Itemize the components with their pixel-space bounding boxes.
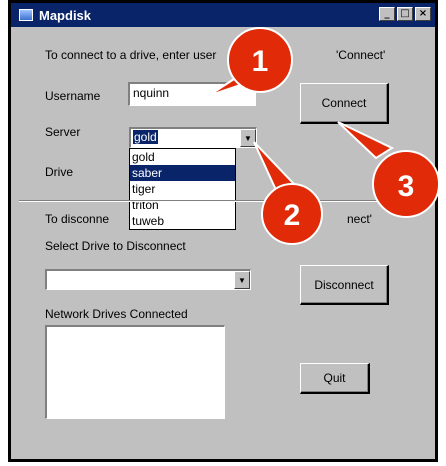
callout-2-number: 2: [284, 199, 301, 232]
callout-3-number: 3: [398, 170, 415, 203]
chevron-down-icon[interactable]: ▼: [234, 271, 250, 289]
server-dropdown-list: gold saber tiger triton tuweb: [129, 148, 236, 230]
app-icon: [19, 9, 33, 21]
username-value: nquinn: [133, 86, 170, 100]
close-button[interactable]: ×: [415, 7, 431, 21]
minimize-button[interactable]: _: [379, 7, 395, 21]
select-drive-label: Select Drive to Disconnect: [45, 239, 186, 253]
callout-1-number: 1: [252, 45, 269, 78]
network-drives-label: Network Drives Connected: [45, 307, 188, 321]
quit-button[interactable]: Quit: [300, 363, 370, 394]
connect-instruction: To connect to a drive, enter user: [45, 48, 217, 62]
connect-instruction-tail: 'Connect': [336, 48, 386, 62]
disconnect-drive-select[interactable]: ▼: [45, 269, 251, 290]
window-title: Mapdisk: [39, 7, 92, 23]
username-label: Username: [45, 89, 101, 103]
network-drives-list[interactable]: [45, 325, 225, 419]
disconnect-instruction: To disconne: [45, 212, 110, 226]
dropdown-option-gold[interactable]: gold: [130, 149, 235, 165]
callout-3: 3: [337, 121, 440, 218]
dropdown-option-saber[interactable]: saber: [130, 165, 235, 181]
maximize-button[interactable]: □: [397, 7, 413, 21]
disconnect-button[interactable]: Disconnect: [300, 265, 389, 305]
server-value: gold: [133, 130, 158, 144]
server-select[interactable]: gold ▼: [129, 127, 257, 148]
callout-2: 2: [253, 141, 323, 245]
dropdown-option-tuweb[interactable]: tuweb: [130, 213, 235, 229]
callout-1: 1: [207, 27, 293, 97]
drive-label: Drive: [45, 165, 74, 179]
server-label: Server: [45, 125, 81, 139]
dropdown-option-tiger[interactable]: tiger: [130, 181, 235, 197]
